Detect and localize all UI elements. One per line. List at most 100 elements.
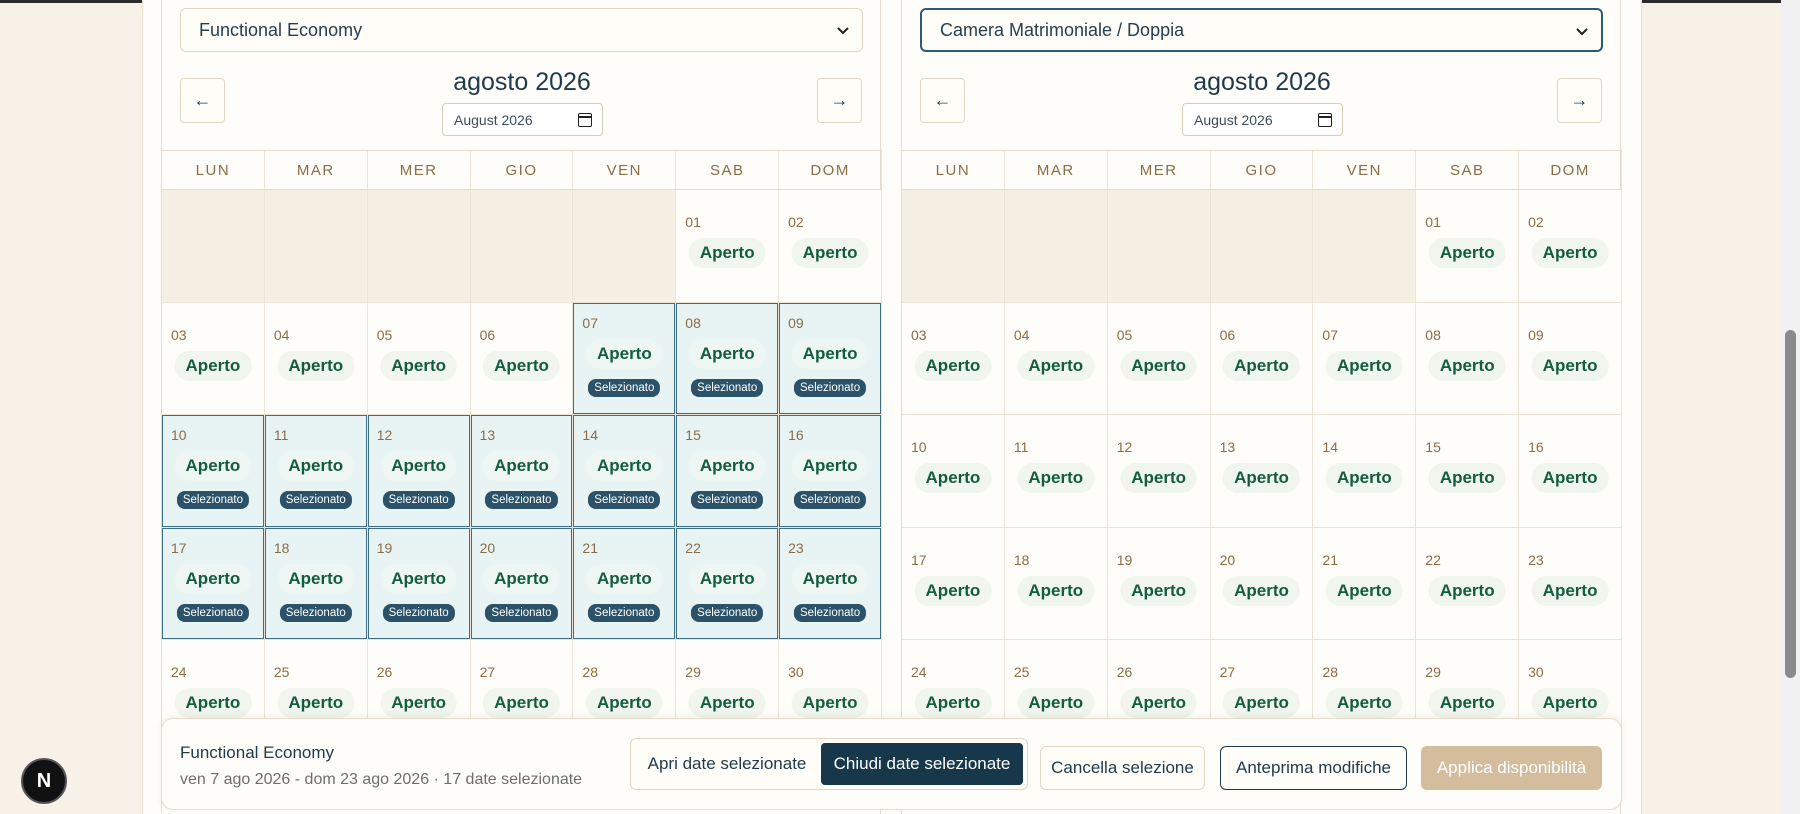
empty-day-cell xyxy=(470,190,574,302)
month-title: agosto 2026 xyxy=(453,68,591,96)
day-cell[interactable]: 16 Aperto Selezionato xyxy=(779,415,882,527)
weekday-header: VEN xyxy=(573,151,677,189)
next-month-button[interactable]: → xyxy=(1557,78,1602,123)
close-dates-button[interactable]: Chiudi date selezionate xyxy=(821,743,1023,785)
day-cell[interactable]: 05 Aperto xyxy=(1107,302,1211,414)
day-number: 22 xyxy=(1425,551,1441,568)
day-number: 08 xyxy=(685,314,701,331)
day-cell[interactable]: 15 Aperto xyxy=(1416,415,1520,527)
day-cell[interactable]: 02 Aperto xyxy=(779,190,882,302)
day-cell[interactable]: 17 Aperto xyxy=(902,527,1005,639)
day-cell[interactable]: 21 Aperto Selezionato xyxy=(573,527,677,639)
calendar-icon[interactable] xyxy=(578,113,592,127)
day-number: 14 xyxy=(1322,439,1338,455)
day-cell[interactable]: 14 Aperto xyxy=(1313,415,1417,527)
day-number: 03 xyxy=(911,326,927,343)
day-cell[interactable]: 10 Aperto xyxy=(902,415,1005,527)
day-cell[interactable]: 04 Aperto xyxy=(264,302,368,414)
status-badge: Aperto xyxy=(688,238,766,268)
chevron-down-icon xyxy=(837,27,849,35)
status-badge: Aperto xyxy=(1428,350,1506,381)
day-cell[interactable]: 11 Aperto Selezionato xyxy=(264,415,368,527)
status-badge: Aperto xyxy=(791,563,869,594)
day-cell[interactable]: 02 Aperto xyxy=(1519,190,1622,302)
day-cell[interactable]: 22 Aperto Selezionato xyxy=(676,527,780,639)
day-cell[interactable]: 05 Aperto xyxy=(367,302,471,414)
day-cell[interactable]: 19 Aperto Selezionato xyxy=(367,527,471,639)
day-cell[interactable]: 08 Aperto Selezionato xyxy=(676,302,780,414)
open-dates-button[interactable]: Apri date selezionate xyxy=(635,743,819,785)
day-number: 20 xyxy=(1219,551,1236,568)
next-month-button[interactable]: → xyxy=(817,78,862,123)
day-number: 29 xyxy=(685,664,701,680)
day-cell[interactable]: 06 Aperto xyxy=(470,302,574,414)
room-select-left[interactable]: Functional Economy xyxy=(180,8,863,52)
day-cell[interactable]: 03 Aperto xyxy=(902,302,1005,414)
empty-day-cell xyxy=(367,190,471,302)
month-picker-input[interactable]: August 2026 xyxy=(1182,103,1343,136)
day-cell[interactable]: 13 Aperto Selezionato xyxy=(470,415,574,527)
day-cell[interactable]: 12 Aperto Selezionato xyxy=(367,415,471,527)
day-cell[interactable]: 10 Aperto Selezionato xyxy=(162,415,265,527)
page-scrollbar[interactable] xyxy=(1781,0,1800,814)
day-cell[interactable]: 21 Aperto xyxy=(1313,527,1417,639)
weekday-header: MAR xyxy=(265,151,368,189)
preview-changes-button[interactable]: Anteprima modifiche xyxy=(1220,746,1407,790)
day-cell[interactable]: 07 Aperto Selezionato xyxy=(573,302,677,414)
weekday-header: SAB xyxy=(676,151,780,189)
day-cell[interactable]: 23 Aperto Selezionato xyxy=(779,527,882,639)
day-cell[interactable]: 12 Aperto xyxy=(1107,415,1211,527)
day-number: 04 xyxy=(273,326,290,343)
day-cell[interactable]: 07 Aperto xyxy=(1313,302,1417,414)
day-cell[interactable]: 18 Aperto Selezionato xyxy=(264,527,368,639)
status-badge: Aperto xyxy=(914,688,992,718)
clear-selection-button[interactable]: Cancella selezione xyxy=(1040,746,1205,790)
day-cell[interactable]: 20 Aperto xyxy=(1210,527,1314,639)
status-badge: Aperto xyxy=(1325,463,1403,493)
status-badge: Aperto xyxy=(914,575,992,606)
scrollbar-thumb[interactable] xyxy=(1785,330,1796,678)
day-cell[interactable]: 13 Aperto xyxy=(1210,415,1314,527)
apply-availability-button[interactable]: Applica disponibilità xyxy=(1421,746,1602,790)
month-picker-input[interactable]: August 2026 xyxy=(442,103,603,136)
calendar-week-row: 03 Aperto 04 Aperto 05 Aperto 06 Aperto 07 Aperto… xyxy=(162,302,882,415)
selected-badge: Selezionato xyxy=(794,603,867,622)
day-cell[interactable]: 18 Aperto xyxy=(1004,527,1108,639)
day-number: 02 xyxy=(788,214,804,230)
day-cell[interactable]: 22 Aperto xyxy=(1416,527,1520,639)
day-cell[interactable]: 19 Aperto xyxy=(1107,527,1211,639)
day-cell[interactable]: 11 Aperto xyxy=(1004,415,1108,527)
day-number: 02 xyxy=(1528,214,1544,230)
status-badge: Aperto xyxy=(277,563,355,594)
status-badge: Aperto xyxy=(174,563,252,594)
day-number: 14 xyxy=(582,427,598,443)
day-number: 25 xyxy=(1013,664,1030,680)
day-cell[interactable]: 16 Aperto xyxy=(1519,415,1622,527)
calendar-icon[interactable] xyxy=(1318,113,1332,127)
status-badge: Aperto xyxy=(1325,350,1403,381)
day-number: 07 xyxy=(582,314,598,331)
day-cell[interactable]: 01 Aperto xyxy=(1416,190,1520,302)
day-cell[interactable]: 23 Aperto xyxy=(1519,527,1622,639)
day-cell[interactable]: 14 Aperto Selezionato xyxy=(573,415,677,527)
day-cell[interactable]: 04 Aperto xyxy=(1004,302,1108,414)
status-badge: Aperto xyxy=(174,451,252,481)
day-cell[interactable]: 09 Aperto Selezionato xyxy=(779,302,882,414)
day-number: 01 xyxy=(685,214,701,230)
day-cell[interactable]: 20 Aperto Selezionato xyxy=(470,527,574,639)
status-badge: Aperto xyxy=(483,451,560,481)
status-badge: Aperto xyxy=(914,350,992,381)
next-logo-icon[interactable]: N xyxy=(21,758,67,804)
day-cell[interactable]: 15 Aperto Selezionato xyxy=(676,415,780,527)
day-cell[interactable]: 08 Aperto xyxy=(1416,302,1520,414)
room-select-right[interactable]: Camera Matrimoniale / Doppia xyxy=(920,8,1603,52)
day-cell[interactable]: 17 Aperto Selezionato xyxy=(162,527,265,639)
day-number: 01 xyxy=(1425,214,1441,230)
selected-badge: Selezionato xyxy=(176,603,249,622)
day-number: 28 xyxy=(582,664,598,680)
day-cell[interactable]: 09 Aperto xyxy=(1519,302,1622,414)
day-cell[interactable]: 01 Aperto xyxy=(676,190,780,302)
day-cell[interactable]: 03 Aperto xyxy=(162,302,265,414)
selected-badge: Selezionato xyxy=(382,491,455,509)
day-cell[interactable]: 06 Aperto xyxy=(1210,302,1314,414)
